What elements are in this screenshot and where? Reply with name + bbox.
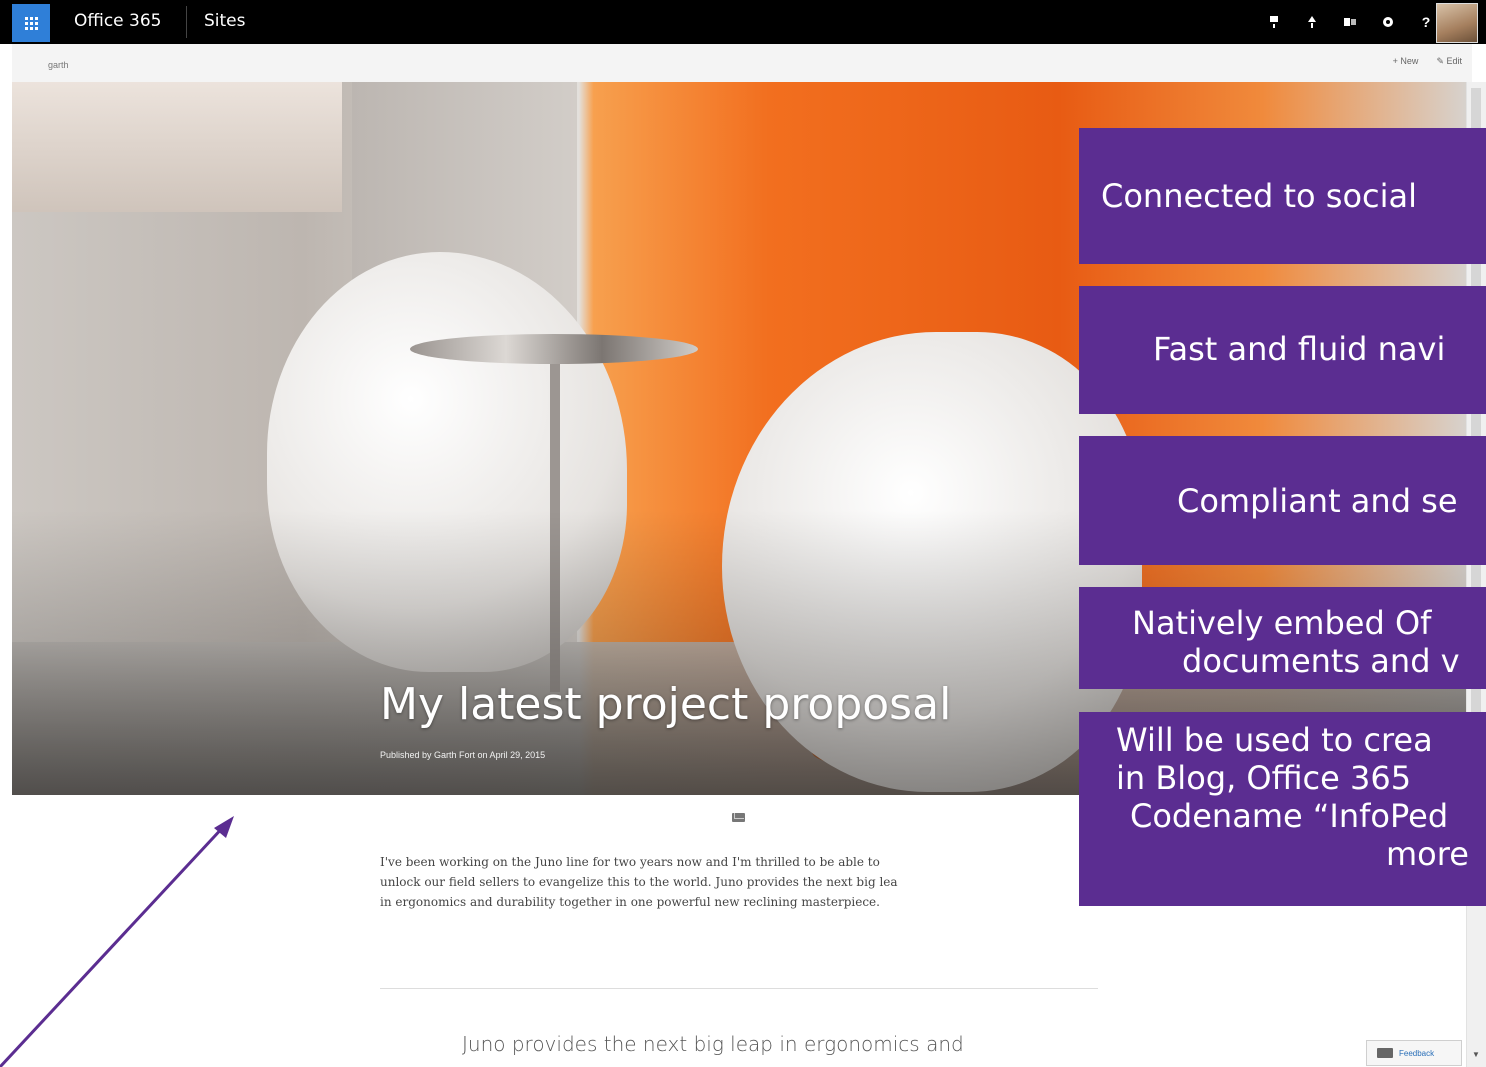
settings-icon[interactable] <box>1380 14 1396 30</box>
page-title: My latest project proposal <box>380 679 952 730</box>
site-actions: + New ✎ Edit <box>1393 56 1462 67</box>
byline: Published by Garth Fort on April 29, 201… <box>380 750 546 760</box>
app-launcher-button[interactable] <box>12 4 50 42</box>
callout-text: documents and v <box>1182 642 1460 680</box>
callout-navigation: Fast and fluid navi <box>1079 286 1486 414</box>
paragraph-line: unlock our field sellers to evangelize t… <box>380 875 898 889</box>
user-avatar[interactable] <box>1436 3 1478 43</box>
edit-button[interactable]: ✎ Edit <box>1436 56 1462 67</box>
callout-social: Connected to social <box>1079 128 1486 264</box>
callout-text: Codename “InfoPed <box>1130 797 1449 835</box>
suite-bar: Office 365 Sites ? <box>0 0 1486 44</box>
paragraph-line: I've been working on the Juno line for t… <box>380 855 880 869</box>
callout-text: Will be used to crea <box>1116 721 1433 759</box>
feedback-button[interactable]: Feedback <box>1366 1040 1462 1066</box>
callout-text: Natively embed Of <box>1132 604 1432 642</box>
new-button[interactable]: + New <box>1393 56 1419 67</box>
sites-link[interactable]: Sites <box>204 11 246 31</box>
annotation-arrow <box>0 816 234 1067</box>
divider <box>380 988 1098 989</box>
callout-text: in Blog, Office 365 <box>1116 759 1412 797</box>
office365-brand-link[interactable]: Office 365 <box>74 11 161 31</box>
feedback-label: Feedback <box>1399 1048 1435 1058</box>
suite-bar-icons: ? <box>1266 0 1434 44</box>
callout-usage: Will be used to crea in Blog, Office 365… <box>1079 712 1486 906</box>
feedback-icon <box>1377 1048 1393 1058</box>
upload-icon[interactable] <box>1304 14 1320 30</box>
callout-embed: Natively embed Of documents and v <box>1079 587 1486 689</box>
waffle-icon <box>24 16 38 30</box>
scroll-down-arrow-icon[interactable]: ▼ <box>1471 1050 1481 1060</box>
callout-text: more <box>1386 835 1469 873</box>
help-icon[interactable]: ? <box>1418 14 1434 30</box>
callout-text: Connected to social <box>1101 177 1418 215</box>
site-header-bar: garth + New ✎ Edit <box>12 44 1472 82</box>
divider <box>186 6 187 38</box>
site-name-link[interactable]: garth <box>48 60 69 70</box>
notifications-icon[interactable] <box>1266 14 1282 30</box>
callout-compliance: Compliant and se <box>1079 436 1486 565</box>
pull-quote: Juno provides the next big leap in ergon… <box>462 1032 964 1056</box>
callout-text: Fast and fluid navi <box>1153 330 1446 368</box>
mail-icon[interactable] <box>732 813 745 822</box>
callout-text: Compliant and se <box>1177 482 1458 520</box>
paragraph-line: in ergonomics and durability together in… <box>380 895 880 909</box>
post-body: I've been working on the Juno line for t… <box>380 852 1060 912</box>
outlook-icon[interactable] <box>1342 14 1358 30</box>
